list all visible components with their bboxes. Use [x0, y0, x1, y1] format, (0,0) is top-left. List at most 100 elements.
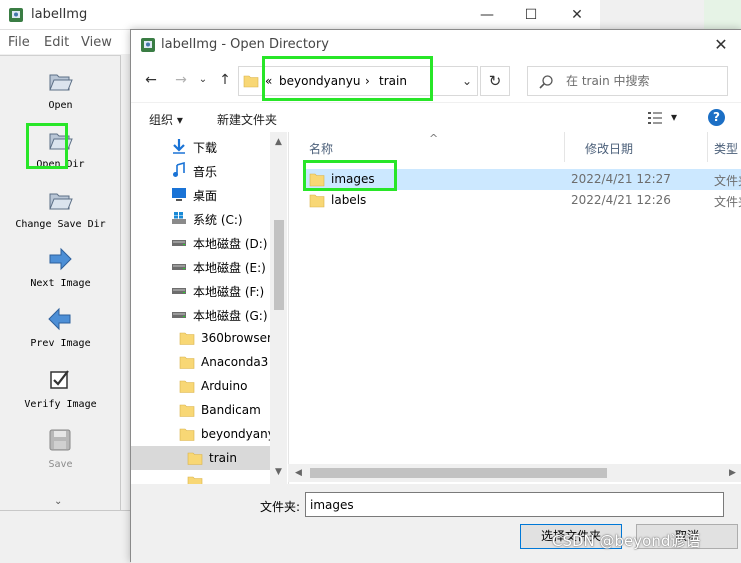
help-icon[interactable]: ? [708, 109, 725, 126]
maximize-button[interactable]: ☐ [508, 0, 554, 30]
back-button[interactable]: ← [141, 70, 161, 90]
file-type: 文件夹 [714, 195, 741, 209]
menu-file[interactable]: File [8, 35, 30, 50]
tool-label: Prev Image [30, 338, 91, 349]
scrollbar-thumb[interactable] [310, 468, 607, 478]
dialog-content: 下载音乐桌面系统 (C:) 本地磁盘 (D:) 本地磁盘 (E:) 本地磁盘 (F:)… [131, 132, 741, 484]
save-disk-icon [49, 429, 71, 451]
address-dropdown-icon[interactable]: ⌄ [462, 74, 472, 88]
more-tools-chevron-icon[interactable]: ⌄ [54, 496, 62, 507]
column-date-label: 修改日期 [585, 142, 634, 156]
sidebar-item[interactable]: 下载 [131, 134, 270, 158]
sidebar-item[interactable]: 360browser [131, 326, 272, 350]
labelimg-app-icon [9, 8, 23, 22]
sidebar-item[interactable]: 桌面 [131, 182, 270, 206]
windows-drive-icon [172, 212, 186, 224]
open-folder-icon [49, 133, 73, 150]
search-icon [539, 75, 553, 89]
sidebar-item[interactable] [131, 470, 270, 484]
file-date: 2022/4/21 12:27 [571, 172, 671, 186]
sidebar-item[interactable]: Bandicam [131, 398, 270, 422]
drive-icon [172, 240, 186, 246]
refresh-button[interactable]: ↻ [480, 66, 510, 96]
view-dropdown-icon[interactable]: ▾ [671, 110, 677, 124]
folder-icon [187, 452, 203, 465]
organize-button[interactable]: 组织 ▾ [149, 111, 183, 128]
folder-icon [179, 428, 195, 441]
sidebar-item[interactable]: 本地磁盘 (D:) [131, 230, 270, 254]
menu-view[interactable]: View [81, 35, 112, 50]
main-window-title: labelImg [31, 7, 88, 22]
folder-icon [187, 476, 203, 484]
search-input[interactable] [566, 73, 716, 89]
scroll-left-arrow[interactable]: ◀ [290, 464, 307, 482]
sidebar-item-label: 音乐 [193, 165, 218, 179]
tool-label: Save [48, 459, 73, 470]
sidebar-item[interactable]: 本地磁盘 (F:) [131, 278, 270, 302]
sidebar-item-label: 系统 (C:) [193, 213, 243, 227]
file-row-images[interactable]: images 2022/4/21 12:27 文件夹 [303, 169, 741, 190]
sidebar-item-label: 桌面 [193, 189, 218, 203]
folder-name-input[interactable] [305, 492, 724, 517]
scrollbar-thumb[interactable] [274, 220, 284, 310]
sidebar-item[interactable]: train [131, 446, 270, 470]
address-separator[interactable]: › [365, 74, 370, 88]
drive-icon [172, 288, 186, 294]
column-header-name[interactable]: 名称 ^ [289, 132, 565, 162]
folder-icon [179, 356, 195, 369]
drive-icon [172, 264, 186, 270]
csdn-watermark: CSDN @beyond谚语 [552, 532, 701, 550]
sidebar-item[interactable]: Arduino [131, 374, 270, 398]
scroll-down-arrow[interactable]: ▼ [270, 464, 287, 481]
column-header-type[interactable]: 类型 [708, 132, 741, 162]
dialog-close-button[interactable]: ✕ [706, 30, 736, 60]
command-bar: 组织 ▾ 新建文件夹 ▾ ? [131, 102, 741, 132]
column-header-date[interactable]: 修改日期 [565, 132, 708, 162]
address-bar[interactable]: « beyondyanyu › train ⌄ [238, 66, 478, 96]
address-segment-beyondyanyu[interactable]: beyondyanyu [279, 74, 360, 88]
navigation-scrollbar[interactable]: ▲ ▼ [270, 132, 287, 484]
address-overflow-chevron[interactable]: « [265, 74, 272, 88]
new-folder-button[interactable]: 新建文件夹 [217, 111, 277, 128]
folder-icon [243, 75, 259, 88]
address-row: ← → ⌄ ↑ « beyondyanyu › train ⌄ ↻ [131, 60, 741, 102]
sidebar-item[interactable]: beyondyany [131, 422, 275, 446]
recent-locations-button[interactable]: ⌄ [193, 70, 213, 90]
file-list-pane: 名称 ^ 修改日期 类型 images 2022/4/21 12:27 文件夹 [288, 132, 741, 484]
file-date: 2022/4/21 12:26 [571, 193, 671, 207]
forward-button[interactable]: → [171, 70, 191, 90]
sidebar-item-label: 360browser [201, 331, 272, 345]
address-segment-train[interactable]: train [379, 74, 407, 88]
tool-label: Next Image [30, 278, 91, 289]
search-box[interactable] [527, 66, 728, 96]
sort-up-icon: ^ [429, 132, 439, 145]
main-title-bar: labelImg — ☐ ✕ [0, 0, 600, 30]
download-icon [173, 139, 185, 154]
view-options-icon[interactable] [648, 112, 662, 124]
sidebar-item-label: beyondyany [201, 427, 275, 441]
scroll-up-arrow[interactable]: ▲ [270, 134, 287, 151]
sidebar-item[interactable]: Anaconda3 [131, 350, 270, 374]
sidebar-item[interactable]: 本地磁盘 (G:) [131, 302, 270, 326]
menu-edit[interactable]: Edit [44, 35, 69, 50]
dialog-title-bar: labelImg - Open Directory ✕ [131, 30, 741, 60]
file-list-horizontal-scrollbar[interactable]: ◀ ▶ [288, 464, 741, 482]
close-button[interactable]: ✕ [554, 0, 600, 30]
up-button[interactable]: ↑ [215, 70, 235, 90]
music-icon [173, 162, 185, 177]
folder-icon [179, 380, 195, 393]
folder-icon [179, 404, 195, 417]
sidebar-item[interactable]: 音乐 [131, 158, 270, 182]
background-window-strip [704, 0, 741, 30]
folder-icon [179, 332, 195, 345]
folder-icon [309, 194, 325, 208]
sidebar-item[interactable]: 本地磁盘 (E:) [131, 254, 270, 278]
scroll-right-arrow[interactable]: ▶ [724, 464, 741, 482]
minimize-button[interactable]: — [464, 0, 510, 30]
open-folder-icon [49, 193, 73, 210]
folder-field-label: 文件夹: [260, 500, 301, 514]
column-type-label: 类型 [714, 142, 739, 156]
open-folder-icon [49, 74, 73, 91]
sidebar-item[interactable]: 系统 (C:) [131, 206, 270, 230]
file-row-labels[interactable]: labels 2022/4/21 12:26 文件夹 [303, 190, 741, 211]
